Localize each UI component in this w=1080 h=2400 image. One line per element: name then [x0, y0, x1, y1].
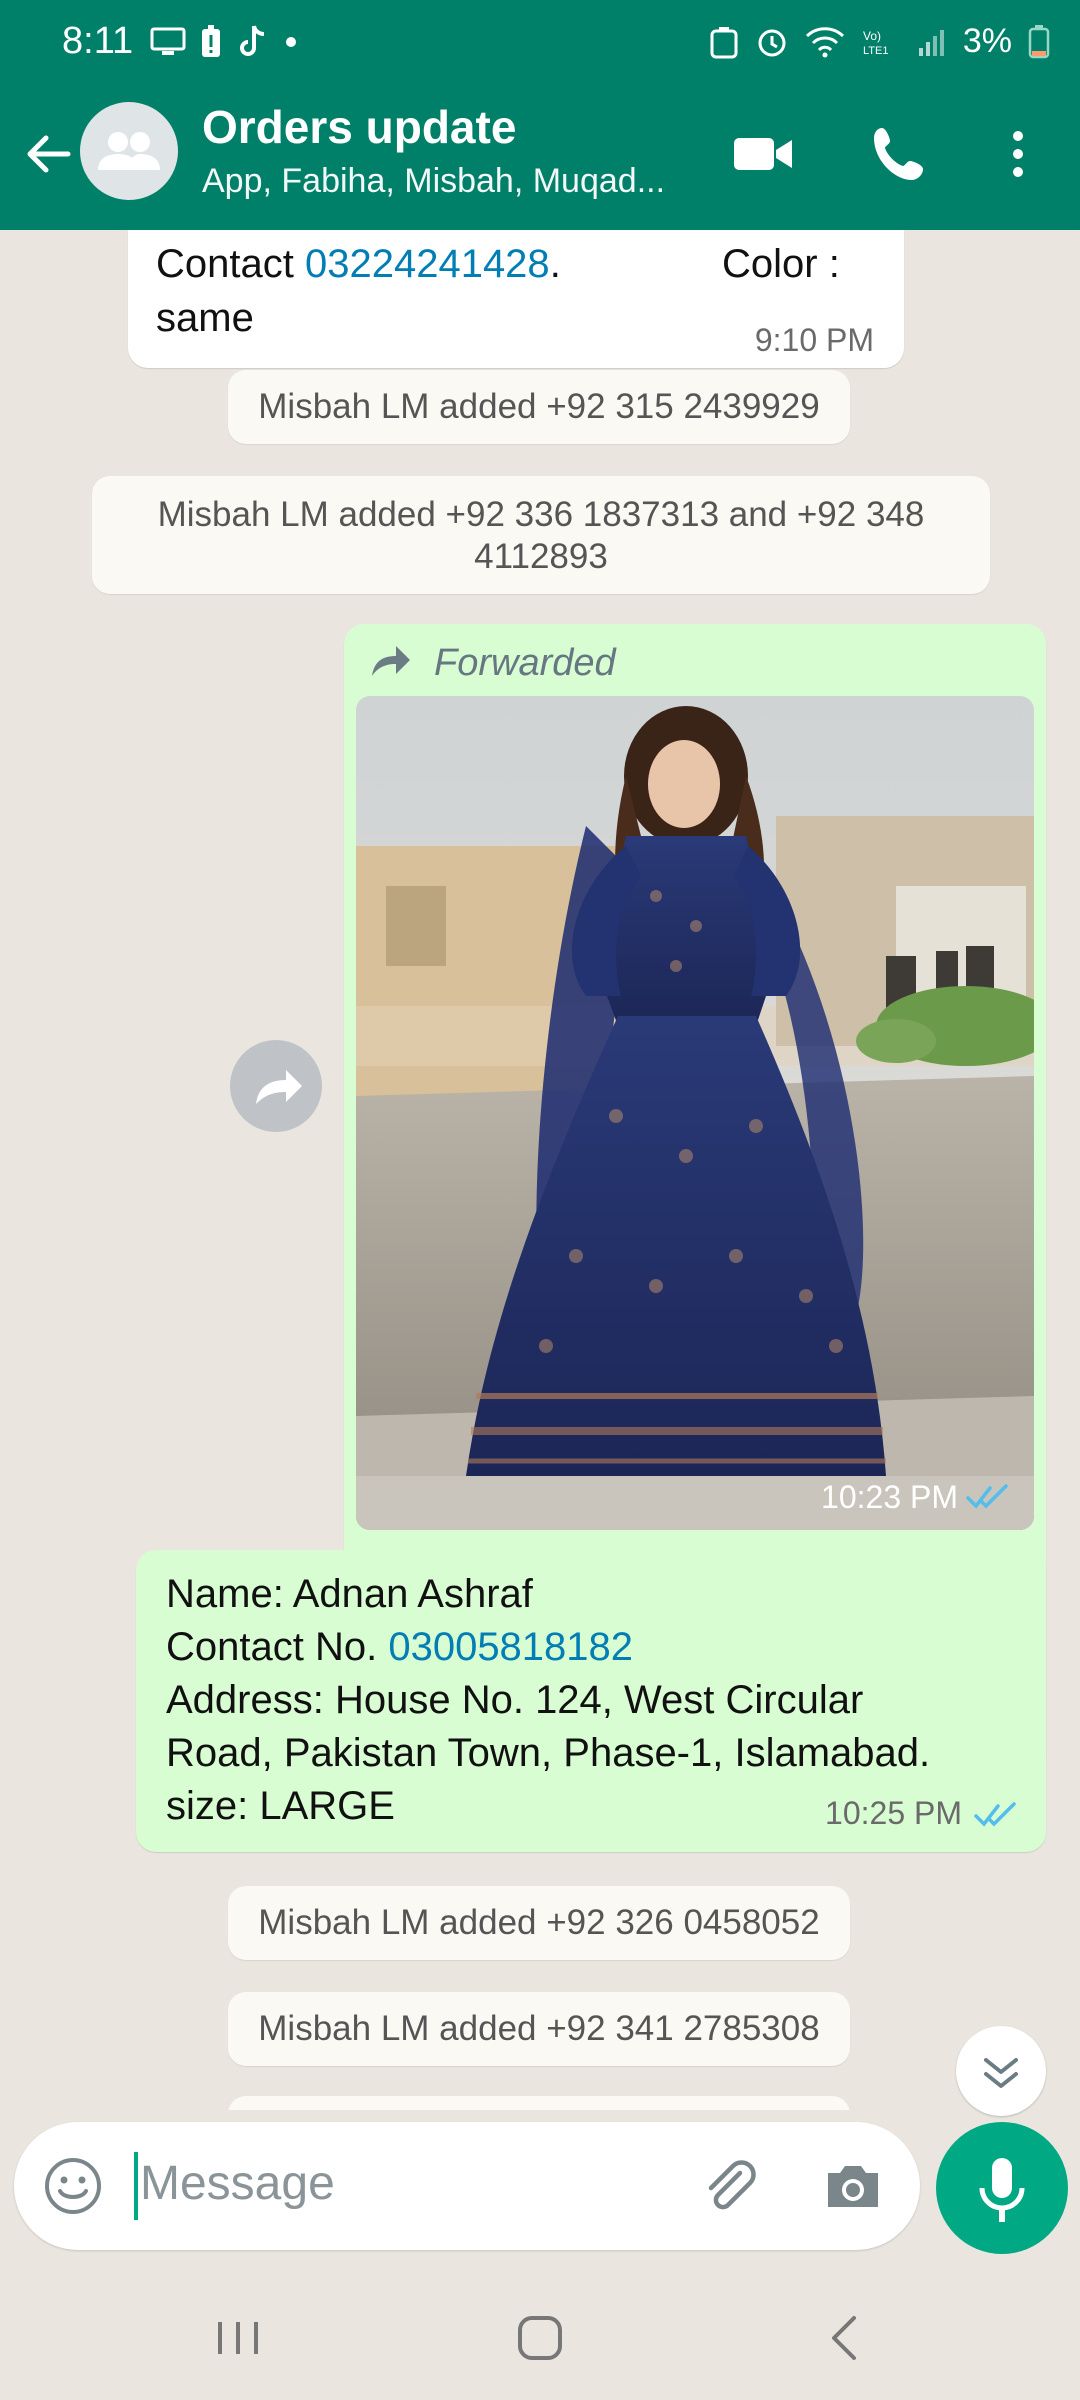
- forwarded-label: Forwarded: [434, 642, 616, 684]
- more-options-icon[interactable]: [992, 122, 1056, 186]
- message-time: 10:25 PM: [825, 1795, 962, 1831]
- contact-tail: .: [549, 242, 561, 286]
- battery-percent: 3%: [962, 22, 1012, 60]
- color-label: Color :: [722, 242, 840, 286]
- back-icon[interactable]: [816, 2308, 876, 2368]
- message-bubble-outgoing[interactable]: Name: Adnan Ashraf Contact No. 030058181…: [136, 1550, 1046, 1852]
- system-message-partial: [228, 2096, 850, 2110]
- forward-button[interactable]: [230, 1040, 322, 1132]
- tiktok-icon: [240, 25, 265, 56]
- alarm-icon: [758, 29, 786, 56]
- battery-alert-icon: [202, 25, 220, 57]
- back-arrow-icon[interactable]: [20, 126, 76, 182]
- app-bar: Orders update App, Fabiha, Misbah, Muqad…: [0, 92, 1080, 230]
- group-icon: [98, 132, 160, 170]
- read-ticks-icon: [974, 1802, 1016, 1827]
- video-call-icon[interactable]: [732, 122, 796, 186]
- monitor-icon: [150, 27, 186, 55]
- message-time: 9:10 PM: [754, 322, 874, 358]
- name-line: Name: Adnan Ashraf: [166, 1572, 533, 1616]
- phone-link[interactable]: 03224241428: [305, 242, 550, 286]
- top-bar: 8:11 Vo) LTE1 3% Orders update App, Fabih…: [0, 0, 1080, 230]
- system-message: Misbah LM added +92 315 2439929: [228, 370, 850, 444]
- chat-title[interactable]: Orders update: [202, 100, 516, 154]
- chat-participants[interactable]: App, Fabiha, Misbah, Muqad...: [202, 162, 665, 201]
- message-text: Contact 03224241428.: [156, 242, 561, 287]
- phone-link[interactable]: 03005818182: [388, 1625, 633, 1669]
- signal-icon: [918, 29, 944, 56]
- forwarded-icon: [372, 646, 410, 676]
- system-message: Misbah LM added +92 336 1837313 and +92 …: [92, 476, 990, 594]
- address-line-2: Road, Pakistan Town, Phase-1, Islamabad.: [166, 1731, 931, 1775]
- group-avatar[interactable]: [80, 102, 178, 200]
- status-system-icons: Vo) LTE1 3%: [709, 22, 1050, 61]
- emoji-icon[interactable]: [40, 2153, 106, 2219]
- voice-record-button[interactable]: [936, 2122, 1068, 2254]
- read-ticks-icon: [966, 1484, 1008, 1509]
- message-text: Name: Adnan Ashraf Contact No. 030058181…: [166, 1568, 930, 1833]
- dot-icon: [286, 37, 296, 47]
- contact-line: Contact No. 03005818182: [166, 1621, 930, 1674]
- address-line-1: Address: House No. 124, West Circular: [166, 1678, 864, 1722]
- volte-icon: Vo) LTE1: [863, 29, 888, 57]
- system-message: Misbah LM added +92 326 0458052: [228, 1886, 850, 1960]
- status-bar: 8:11 Vo) LTE1 3%: [0, 0, 1080, 92]
- recents-icon[interactable]: [208, 2308, 268, 2368]
- battery-icon: [1028, 24, 1050, 58]
- forwarded-photo[interactable]: 10:23 PM: [356, 696, 1034, 1530]
- scroll-to-bottom-button[interactable]: [956, 2026, 1046, 2116]
- image-time: 10:23 PM: [821, 1479, 958, 1515]
- message-composer[interactable]: Message: [14, 2122, 920, 2250]
- message-input[interactable]: Message: [140, 2156, 335, 2211]
- home-icon[interactable]: [510, 2308, 570, 2368]
- wifi-icon: [805, 26, 844, 57]
- status-notification-icons: [150, 24, 298, 60]
- message-text-same: same: [156, 296, 254, 340]
- message-bubble-incoming[interactable]: Contact 03224241428. Color : same 9:10 P…: [128, 230, 904, 368]
- svg-text:LTE1: LTE1: [863, 45, 888, 57]
- text-cursor: [134, 2152, 138, 2220]
- svg-text:Vo): Vo): [863, 29, 881, 43]
- camera-icon[interactable]: [820, 2153, 886, 2219]
- chat-area[interactable]: Contact 03224241428. Color : same 9:10 P…: [0, 230, 1080, 2110]
- forward-arrow-icon: [256, 1070, 302, 1104]
- system-nav-bar: [0, 2272, 1080, 2400]
- photo-image: [356, 696, 1034, 1530]
- attach-icon[interactable]: [696, 2153, 762, 2219]
- status-time: 8:11: [62, 20, 134, 62]
- double-chevron-down-icon: [984, 2058, 1018, 2088]
- size-line: size: LARGE: [166, 1784, 395, 1828]
- system-message: Misbah LM added +92 341 2785308: [228, 1992, 850, 2066]
- data-saver-icon: [710, 26, 738, 58]
- contact-no-label: Contact No.: [166, 1625, 389, 1669]
- voice-call-icon[interactable]: [868, 122, 932, 186]
- contact-label: Contact: [156, 242, 305, 286]
- microphone-icon: [979, 2158, 1025, 2222]
